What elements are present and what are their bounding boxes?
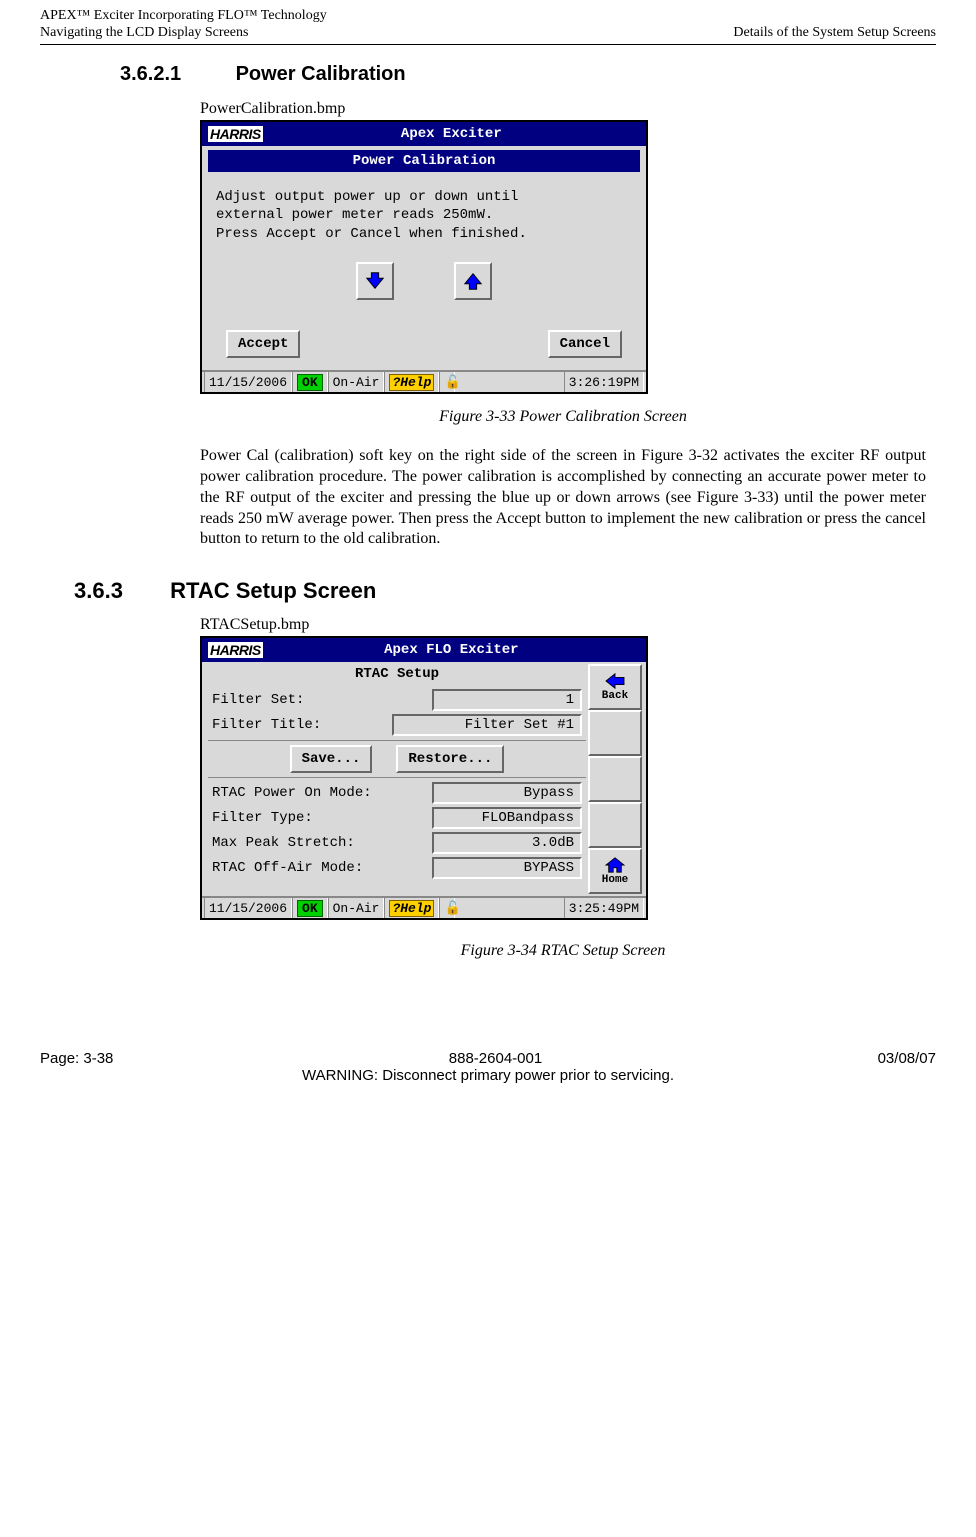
status-date: 11/15/2006	[204, 898, 292, 918]
rtac-main-panel: RTAC Setup Filter Set: 1 Filter Title: F…	[206, 664, 588, 894]
side-empty	[588, 710, 642, 756]
restore-button[interactable]: Restore...	[396, 745, 504, 773]
status-onair: On-Air	[328, 372, 385, 392]
footer-warning: WARNING: Disconnect primary power prior …	[40, 1067, 936, 1084]
power-on-mode-field[interactable]: Bypass	[432, 782, 582, 804]
filter-type-field[interactable]: FLOBandpass	[432, 807, 582, 829]
titlebar: HARRIS Apex FLO Exciter	[202, 638, 646, 662]
rtac-setup-screen: HARRIS Apex FLO Exciter RTAC Setup Filte…	[200, 636, 648, 920]
section-title: RTAC Setup Screen	[170, 578, 376, 603]
offair-mode-field[interactable]: BYPASS	[432, 857, 582, 879]
side-buttons: Back Home	[588, 664, 642, 894]
filter-set-label: Filter Set:	[212, 692, 432, 708]
status-time: 3:25:49PM	[564, 898, 644, 918]
down-arrow-button[interactable]	[356, 262, 394, 300]
harris-logo: HARRIS	[208, 642, 263, 658]
filter-set-field[interactable]: 1	[432, 689, 582, 711]
section-title: Power Calibration	[236, 63, 406, 85]
power-on-mode-label: RTAC Power On Mode:	[212, 785, 432, 801]
side-empty	[588, 802, 642, 848]
subtitle: Power Calibration	[208, 150, 640, 172]
figure-caption: Figure 3-34 RTAC Setup Screen	[461, 942, 666, 959]
instr-line: Adjust output power up or down until	[216, 188, 632, 207]
max-peak-label: Max Peak Stretch:	[212, 835, 432, 851]
bmp-filename: PowerCalibration.bmp	[200, 100, 926, 118]
back-label: Back	[602, 690, 628, 702]
section-number: 3.6.2.1	[120, 63, 230, 86]
statusbar: 11/15/2006 OK On-Air ?Help 🔓 3:26:19PM	[202, 370, 646, 392]
harris-logo: HARRIS	[208, 126, 263, 142]
panel-body: Adjust output power up or down until ext…	[202, 176, 646, 371]
rtac-heading: RTAC Setup	[206, 664, 588, 686]
home-button[interactable]: Home	[588, 848, 642, 894]
section-number: 3.6.3	[74, 578, 164, 604]
section-rtac: 3.6.3 RTAC Setup Screen	[74, 578, 926, 604]
header-right: Details of the System Setup Screens	[733, 8, 936, 42]
status-onair: On-Air	[328, 898, 385, 918]
side-empty	[588, 756, 642, 802]
up-arrow-button[interactable]	[454, 262, 492, 300]
status-time: 3:26:19PM	[564, 372, 644, 392]
footer-page: Page: 3-38	[40, 1050, 113, 1067]
titlebar-text: Apex Exciter	[263, 126, 640, 142]
status-help[interactable]: ?Help	[384, 898, 439, 918]
power-cal-paragraph: Power Cal (calibration) soft key on the …	[200, 446, 926, 550]
status-date: 11/15/2006	[204, 372, 292, 392]
header-left: APEX™ Exciter Incorporating FLO™ Technol…	[40, 8, 327, 42]
section-power-calibration: 3.6.2.1 Power Calibration	[120, 63, 926, 86]
divider	[208, 777, 586, 778]
back-button[interactable]: Back	[588, 664, 642, 710]
max-peak-field[interactable]: 3.0dB	[432, 832, 582, 854]
offair-mode-label: RTAC Off-Air Mode:	[212, 860, 432, 876]
lock-icon: 🔓	[439, 372, 455, 392]
home-label: Home	[602, 874, 628, 886]
bmp-filename: RTACSetup.bmp	[200, 616, 926, 634]
home-icon	[604, 856, 626, 874]
lock-icon: 🔓	[439, 898, 455, 918]
footer-docno: 888-2604-001	[449, 1050, 542, 1067]
filter-title-field[interactable]: Filter Set #1	[392, 714, 582, 736]
accept-button[interactable]: Accept	[226, 330, 300, 358]
arrow-left-icon	[604, 672, 626, 690]
power-calibration-screen: HARRIS Apex Exciter Power Calibration Ad…	[200, 120, 648, 395]
cancel-button[interactable]: Cancel	[548, 330, 622, 358]
save-button[interactable]: Save...	[290, 745, 373, 773]
page-footer: Page: 3-38 888-2604-001 03/08/07	[40, 1050, 936, 1067]
divider	[208, 740, 586, 741]
instructions: Adjust output power up or down until ext…	[216, 188, 632, 245]
instr-line: Press Accept or Cancel when finished.	[216, 225, 632, 244]
arrow-up-icon	[462, 270, 484, 292]
page-header: APEX™ Exciter Incorporating FLO™ Technol…	[40, 8, 936, 45]
footer-date: 03/08/07	[878, 1050, 936, 1067]
filter-title-label: Filter Title:	[212, 717, 392, 733]
titlebar: HARRIS Apex Exciter	[202, 122, 646, 146]
status-ok: OK	[292, 898, 328, 918]
arrow-down-icon	[364, 270, 386, 292]
statusbar: 11/15/2006 OK On-Air ?Help 🔓 3:25:49PM	[202, 896, 646, 918]
instr-line: external power meter reads 250mW.	[216, 206, 632, 225]
filter-type-label: Filter Type:	[212, 810, 432, 826]
figure-caption: Figure 3-33 Power Calibration Screen	[439, 408, 687, 425]
arrow-row	[212, 262, 636, 300]
status-ok: OK	[292, 372, 328, 392]
titlebar-text: Apex FLO Exciter	[263, 642, 640, 658]
status-help[interactable]: ?Help	[384, 372, 439, 392]
